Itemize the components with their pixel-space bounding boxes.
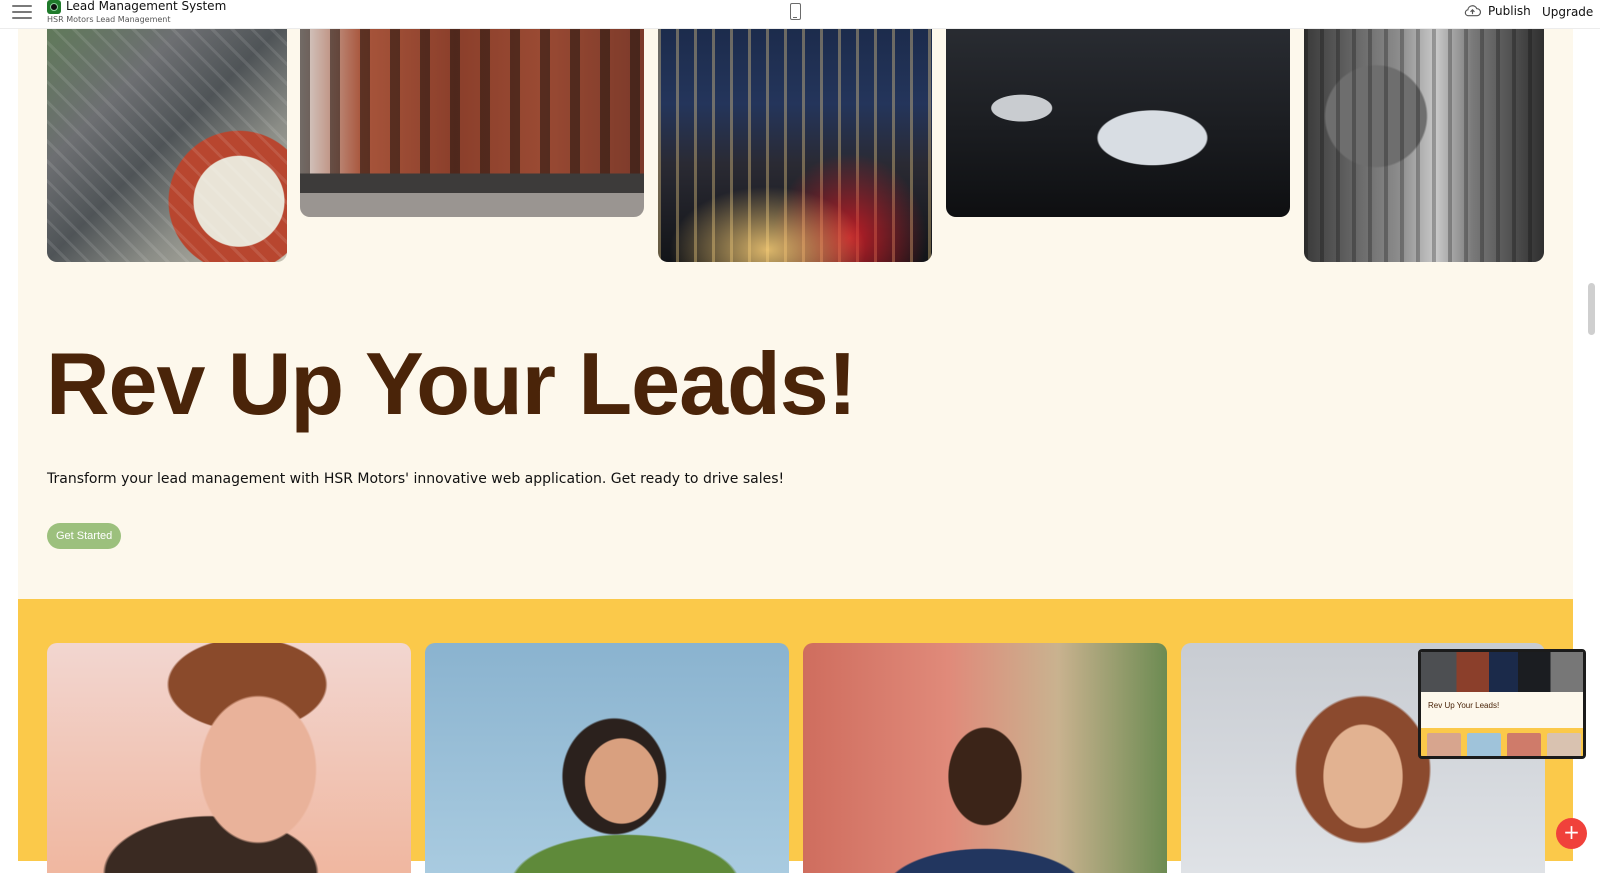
publish-label: Publish [1488,4,1531,18]
brick-buildings-street-photo [300,19,644,217]
app-title: Lead Management System [66,0,227,13]
hamburger-menu-icon[interactable] [12,5,32,21]
hero-subtitle: Transform your lead management with HSR … [47,471,785,487]
black-white-city-street-photo [1304,19,1544,262]
app-logo-icon [47,0,61,14]
aerial-intersection-photo [47,19,287,262]
cloud-upload-icon [1464,5,1482,17]
get-started-button[interactable]: Get Started [47,523,122,549]
night-city-traffic-photo [658,19,932,262]
man-portrait [803,643,1167,873]
add-plus-button[interactable]: + [1556,818,1587,849]
app-subtitle: HSR Motors Lead Management [47,15,171,24]
minimap-title: Rev Up Your Leads! [1428,701,1500,710]
page-preview-minimap[interactable]: Rev Up Your Leads! [1418,649,1586,759]
young-man-portrait [47,643,411,873]
smiling-woman-portrait [425,643,789,873]
minimap-team-band [1421,728,1583,756]
minimap-gallery-strip [1421,652,1583,692]
white-sports-car-garage-photo [946,19,1290,217]
hero-title: Rev Up Your Leads! [46,334,857,433]
vertical-scrollbar[interactable] [1588,283,1595,335]
publish-button[interactable]: Publish [1463,4,1531,18]
mobile-device-icon[interactable] [790,3,801,20]
page-canvas: Rev Up Your Leads! Transform your lead m… [18,19,1573,873]
upgrade-button[interactable]: Upgrade [1542,5,1593,19]
top-toolbar: Lead Management System HSR Motors Lead M… [0,0,1600,29]
